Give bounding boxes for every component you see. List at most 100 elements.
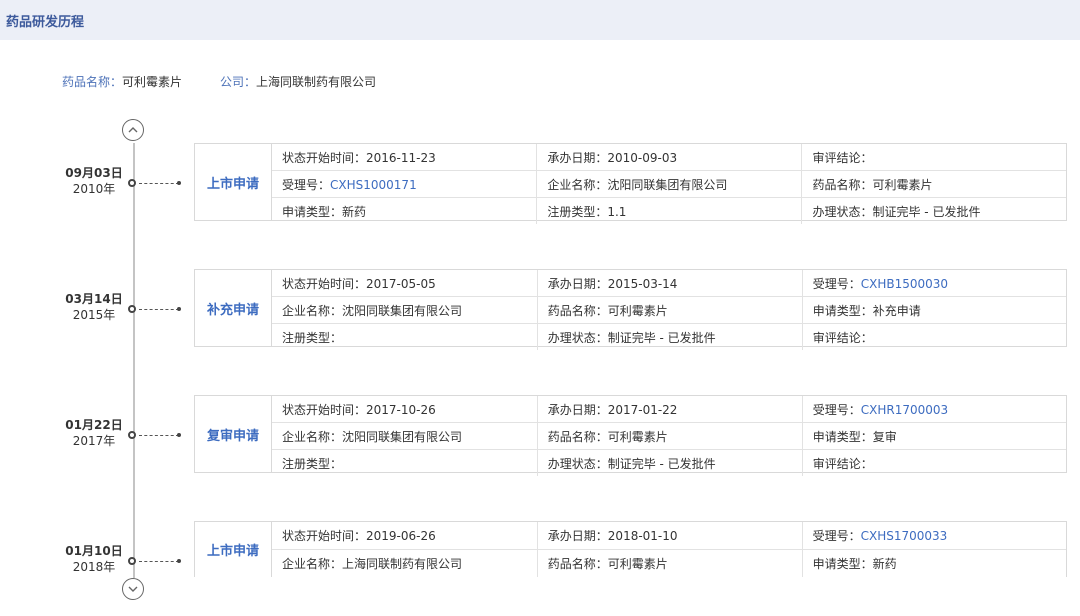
field-label: 注册类型： — [547, 204, 608, 219]
field-label: 申请类型： — [812, 429, 873, 444]
field-label: 状态开始时间： — [282, 402, 367, 417]
field-label: 状态开始时间： — [282, 276, 367, 291]
field-value[interactable]: CXHS1000171 — [330, 178, 417, 192]
field-value: 2010-09-03 — [607, 150, 678, 165]
application-type[interactable]: 复审申请 — [195, 396, 272, 472]
field-label: 状态开始时间： — [282, 150, 367, 165]
field-value[interactable]: CXHS1700033 — [861, 529, 948, 543]
detail-cell: 承办日期：2018-01-10 — [537, 522, 803, 550]
field-label: 注册类型： — [282, 330, 343, 345]
date-month-day: 01月22日 — [65, 418, 123, 432]
field-value: 制证完毕 - 已发批件 — [872, 204, 981, 219]
field-label: 企业名称： — [282, 303, 343, 318]
detail-cell: 申请类型：新药 — [802, 550, 1066, 578]
field-value: 2018-01-10 — [607, 529, 678, 543]
timeline-connector — [139, 435, 179, 436]
field-label: 药品名称： — [547, 303, 608, 318]
detail-cell: 企业名称：上海同联制药有限公司 — [272, 549, 538, 577]
field-value: 制证完毕 - 已发批件 — [607, 330, 716, 345]
field-label: 企业名称： — [547, 177, 608, 192]
detail-cell: 申请类型：补充申请 — [802, 296, 1066, 324]
field-value: 2017-05-05 — [366, 276, 436, 291]
application-type[interactable]: 上市申请 — [195, 522, 272, 577]
detail-cell: 审评结论： — [802, 450, 1066, 477]
field-label: 受理号： — [282, 177, 331, 192]
detail-cell: 受理号：CXHR1700003 — [802, 396, 1066, 423]
timeline-date: 03月14日 2015年 — [62, 291, 126, 323]
application-details: 状态开始时间：2017-05-05 承办日期：2015-03-14 受理号：CXHB… — [272, 270, 1066, 350]
page-title: 药品研发历程 — [6, 15, 85, 30]
field-value: 1.1 — [607, 204, 627, 219]
detail-row: 注册类型： 办理状态：制证完毕 - 已发批件 审评结论： — [272, 323, 1066, 351]
application-type[interactable]: 补充申请 — [195, 270, 272, 346]
timeline-node — [128, 557, 136, 565]
chevron-up-icon — [128, 127, 138, 133]
detail-cell: 药品名称：可利霉素片 — [537, 296, 803, 324]
detail-row: 受理号：CXHS1000171 企业名称：沈阳同联集团有限公司 药品名称：可利霉素片 — [272, 170, 1066, 198]
detail-row: 企业名称：上海同联制药有限公司 药品名称：可利霉素片 申请类型：新药 — [272, 549, 1066, 578]
detail-cell: 受理号：CXHS1700033 — [802, 522, 1066, 550]
field-label: 药品名称： — [547, 429, 608, 444]
connector-end — [177, 307, 181, 311]
field-value: 复审 — [872, 429, 897, 444]
field-label: 办理状态： — [547, 456, 608, 471]
field-label: 申请类型： — [812, 303, 873, 318]
date-month-day: 01月10日 — [65, 544, 123, 558]
detail-cell: 承办日期：2015-03-14 — [537, 270, 803, 297]
detail-cell: 企业名称：沈阳同联集团有限公司 — [272, 296, 538, 324]
detail-cell: 承办日期：2010-09-03 — [536, 144, 803, 171]
detail-cell: 受理号：CXHS1000171 — [272, 170, 538, 198]
field-label: 办理状态： — [812, 204, 873, 219]
detail-cell: 申请类型：复审 — [802, 422, 1066, 450]
application-card: 上市申请 状态开始时间：2016-11-23 承办日期：2010-09-03 审评结论… — [194, 143, 1067, 224]
detail-cell: 办理状态：制证完毕 - 已发批件 — [537, 449, 803, 476]
field-label: 企业名称： — [282, 557, 343, 571]
application-details: 状态开始时间：2017-10-26 承办日期：2017-01-22 受理号：CXHR… — [272, 396, 1066, 476]
field-value: 可利霉素片 — [607, 303, 668, 318]
scroll-down-button[interactable] — [122, 578, 144, 600]
detail-cell: 申请类型：新药 — [272, 197, 538, 224]
field-label: 药品名称： — [547, 557, 608, 571]
timeline-node — [128, 179, 136, 187]
application-type[interactable]: 上市申请 — [195, 144, 272, 220]
field-value: 沈阳同联集团有限公司 — [607, 177, 728, 192]
field-value: 2017-01-22 — [607, 402, 678, 417]
timeline-connector — [139, 561, 179, 562]
detail-cell: 药品名称：可利霉素片 — [801, 170, 1066, 198]
detail-cell: 办理状态：制证完毕 - 已发批件 — [537, 323, 803, 350]
field-value: 沈阳同联集团有限公司 — [342, 429, 463, 444]
field-value: 2019-06-26 — [366, 529, 436, 543]
field-label: 状态开始时间： — [282, 529, 367, 543]
detail-cell: 审评结论： — [802, 324, 1066, 351]
timeline-date: 01月10日 2018年 — [62, 543, 126, 575]
date-month-day: 09月03日 — [65, 166, 123, 180]
field-label: 承办日期： — [547, 276, 608, 291]
field-label: 受理号： — [812, 402, 861, 417]
detail-cell: 状态开始时间：2019-06-26 — [272, 522, 538, 550]
company-info: 公司：上海同联制药有限公司 — [220, 73, 376, 90]
date-year: 2017年 — [72, 434, 116, 448]
application-card: 补充申请 状态开始时间：2017-05-05 承办日期：2015-03-14 受理号：… — [194, 269, 1067, 350]
timeline-node — [128, 305, 136, 313]
field-label: 审评结论： — [812, 150, 873, 165]
field-value: 新药 — [872, 557, 897, 571]
field-label: 承办日期： — [547, 150, 608, 165]
company-label: 公司： — [220, 75, 257, 89]
detail-cell: 状态开始时间：2016-11-23 — [272, 144, 538, 171]
detail-cell: 受理号：CXHB1500030 — [802, 270, 1066, 297]
field-value: 2016-11-23 — [366, 150, 436, 165]
field-label: 审评结论： — [812, 330, 873, 345]
scroll-up-button[interactable] — [122, 119, 144, 141]
field-label: 承办日期： — [547, 402, 608, 417]
application-card: 复审申请 状态开始时间：2017-10-26 承办日期：2017-01-22 受理号：… — [194, 395, 1067, 476]
timeline-connector — [139, 309, 179, 310]
field-label: 注册类型： — [282, 456, 343, 471]
field-label: 受理号： — [812, 276, 861, 291]
detail-cell: 审评结论： — [801, 144, 1066, 171]
field-label: 申请类型： — [812, 557, 873, 571]
timeline-date: 09月03日 2010年 — [62, 165, 126, 197]
field-value[interactable]: CXHR1700003 — [861, 403, 948, 417]
field-value: 2017-10-26 — [366, 402, 436, 417]
connector-end — [177, 181, 181, 185]
field-value[interactable]: CXHB1500030 — [861, 277, 948, 291]
